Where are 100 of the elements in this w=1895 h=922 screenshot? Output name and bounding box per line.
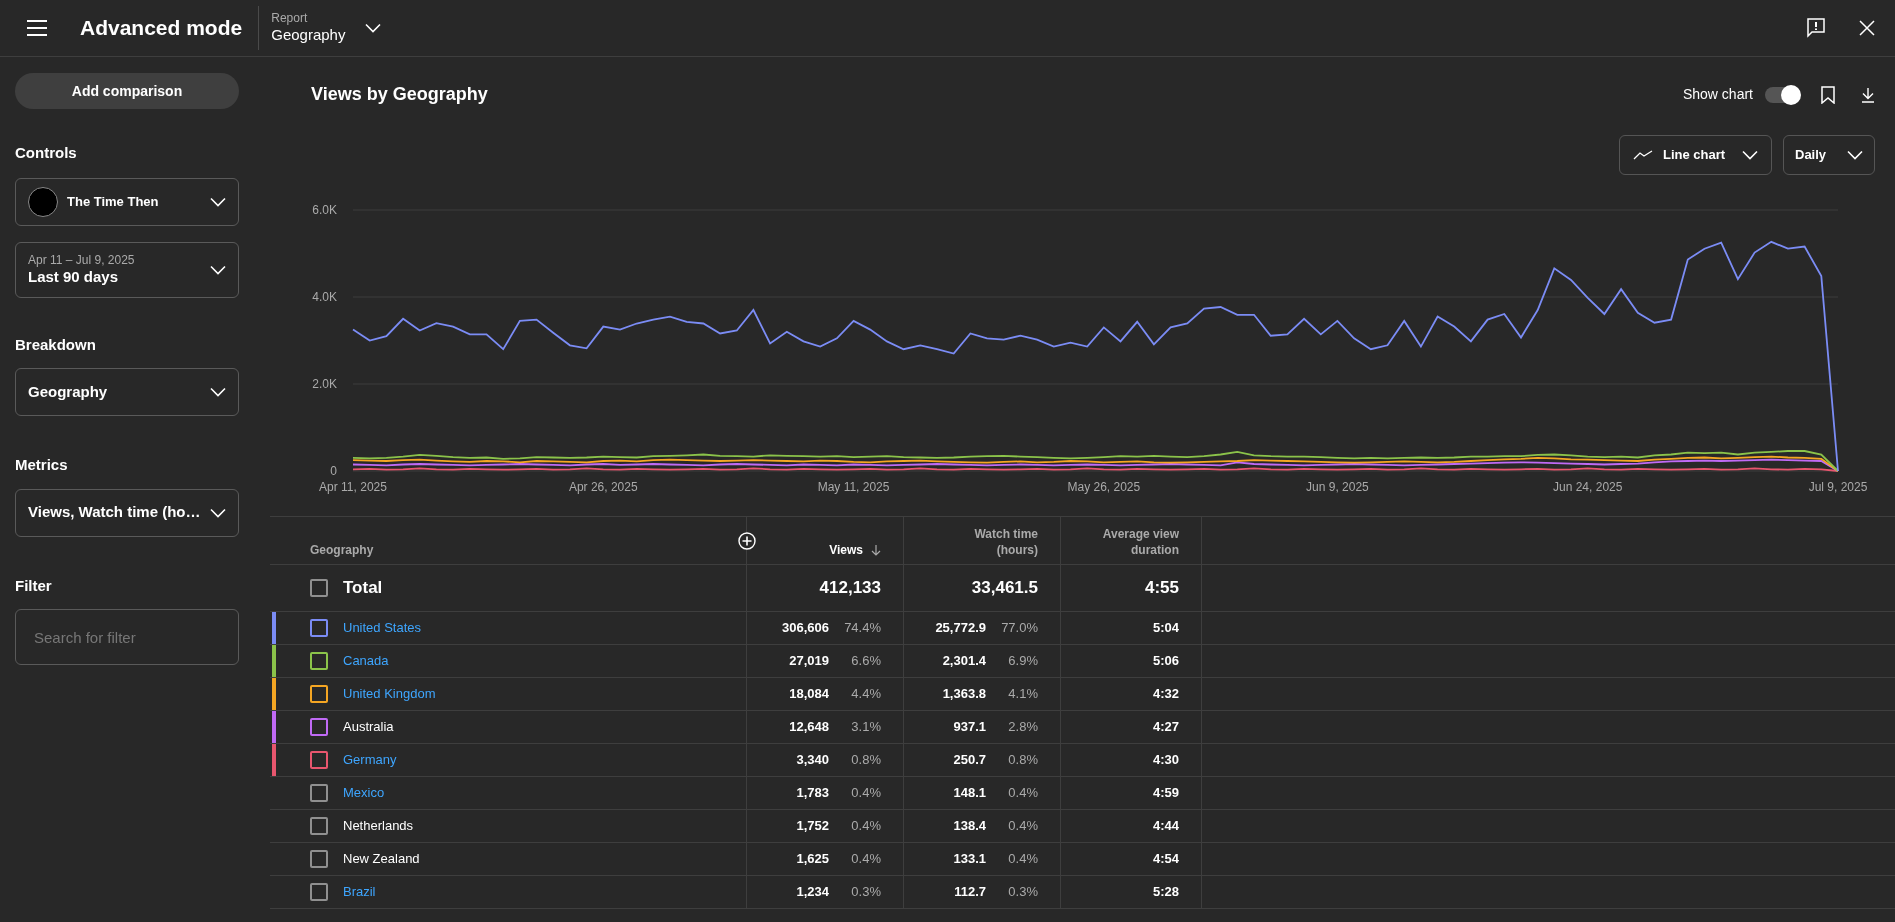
table-cell-text: 12,648: [789, 718, 829, 737]
table-cell-text: 5:06: [1152, 652, 1179, 671]
y-axis-label: 2.0K: [312, 377, 337, 391]
x-axis-label: Jun 24, 2025: [1553, 480, 1623, 494]
share-percent: 2.8%: [1007, 718, 1038, 737]
add-comparison-button[interactable]: Add comparison: [15, 73, 239, 109]
chevron-down-icon: [210, 196, 226, 207]
table-cell-text: 138.4: [953, 817, 986, 836]
share-percent: 6.6%: [850, 652, 881, 671]
checkbox[interactable]: [310, 685, 328, 703]
share-percent: 0.4%: [1007, 817, 1038, 836]
x-axis-label: May 26, 2025: [1067, 480, 1141, 494]
checkbox[interactable]: [310, 652, 328, 670]
menu-icon[interactable]: [27, 20, 47, 36]
share-percent: 77.0%: [1000, 619, 1038, 638]
checkbox[interactable]: [310, 718, 328, 736]
download-icon[interactable]: [1861, 86, 1875, 103]
channel-dropdown[interactable]: The Time Then: [15, 177, 239, 226]
country-link[interactable]: Germany: [343, 750, 397, 770]
share-percent: 74.4%: [843, 619, 881, 638]
share-percent: 0.4%: [1007, 784, 1038, 803]
country-link[interactable]: Canada: [343, 651, 389, 671]
column-header[interactable]: Views: [829, 542, 881, 558]
chevron-down-icon: [365, 23, 382, 33]
x-axis-label: Apr 11, 2025: [319, 480, 387, 494]
share-percent: 0.8%: [850, 751, 881, 770]
country-name: Netherlands: [343, 817, 414, 836]
breakdown-dropdown[interactable]: Geography: [15, 368, 239, 416]
y-axis-label: 6.0K: [312, 203, 337, 217]
table-cell-text: 4:59: [1152, 784, 1179, 803]
section-heading: Metrics: [15, 455, 69, 475]
country-name: Australia: [343, 718, 394, 737]
share-percent: 0.3%: [1007, 883, 1038, 902]
table-cell-text: 18,084: [789, 685, 829, 704]
table-cell-text: 937.1: [953, 718, 986, 737]
checkbox[interactable]: [310, 850, 328, 868]
share-percent: 4.4%: [850, 685, 881, 704]
bookmark-icon[interactable]: [1821, 85, 1835, 104]
chart-type-dropdown[interactable]: Line chart: [1619, 135, 1772, 175]
share-percent: 0.4%: [850, 784, 881, 803]
checkbox[interactable]: [310, 784, 328, 802]
table-cell-text: 4:44: [1152, 817, 1179, 836]
table-cell-text: 5:28: [1152, 883, 1179, 902]
page-title: Advanced mode: [80, 15, 243, 42]
feedback-icon[interactable]: [1807, 18, 1825, 38]
checkbox[interactable]: [310, 883, 328, 901]
chevron-down-icon: [210, 264, 226, 275]
checkbox[interactable]: [310, 619, 328, 637]
y-axis-label: 0: [330, 464, 337, 478]
share-percent: 0.4%: [850, 850, 881, 869]
country-link[interactable]: United Kingdom: [343, 684, 436, 704]
table-cell-text: 1,363.8: [942, 685, 986, 704]
table-cell-text: 2,301.4: [942, 652, 986, 671]
share-percent: 0.4%: [1007, 850, 1038, 869]
x-axis-label: Apr 26, 2025: [568, 480, 638, 494]
y-axis-label: 4.0K: [312, 290, 337, 304]
add-column-icon[interactable]: [738, 532, 756, 550]
checkbox[interactable]: [310, 751, 328, 769]
country-name: New Zealand: [343, 850, 420, 869]
table-cell-text: 5:04: [1152, 619, 1179, 638]
share-percent: 3.1%: [850, 718, 881, 737]
table-cell-text: 1,234: [796, 883, 829, 902]
metrics-dropdown[interactable]: Views, Watch time (ho…: [15, 488, 239, 537]
line-chart-icon: [1633, 150, 1653, 160]
checkbox[interactable]: [310, 579, 328, 597]
column-header[interactable]: Average view duration: [1079, 526, 1179, 558]
country-link[interactable]: Mexico: [343, 783, 385, 803]
checkbox[interactable]: [310, 817, 328, 835]
show-chart-toggle[interactable]: [1763, 84, 1801, 105]
column-header[interactable]: Watch time (hours): [938, 526, 1038, 558]
share-percent: 0.3%: [850, 883, 881, 902]
channel-avatar: [28, 186, 58, 217]
total-label: Total: [343, 577, 383, 600]
x-axis-label: Jul 9, 2025: [1808, 480, 1868, 494]
table-cell-text: 4:32: [1152, 685, 1179, 704]
table-cell-text: 1,625: [796, 850, 829, 869]
country-link[interactable]: United States: [343, 618, 422, 638]
section-heading: Filter: [15, 575, 53, 596]
show-chart-label: Show chart: [1682, 85, 1753, 104]
chevron-down-icon: [1847, 150, 1863, 160]
table-cell-text: 412,133: [819, 577, 881, 600]
table-cell-text: 148.1: [953, 784, 986, 803]
filter-search-field[interactable]: Search for filter: [15, 609, 239, 665]
table-cell-text: 33,461.5: [971, 577, 1038, 600]
table-cell-text: 4:30: [1152, 751, 1179, 770]
table-cell-text: 25,772.9: [935, 619, 986, 638]
section-heading: Breakdown: [15, 334, 97, 355]
x-axis-label: Jun 9, 2025: [1306, 480, 1369, 494]
sort-down-icon: [871, 544, 881, 556]
share-percent: 4.1%: [1007, 685, 1038, 704]
table-cell-text: 112.7: [954, 883, 986, 902]
country-link[interactable]: Brazil: [343, 882, 376, 902]
date-range-dropdown[interactable]: Apr 11 – Jul 9, 2025 Last 90 days: [15, 241, 239, 298]
share-percent: 0.8%: [1007, 751, 1038, 770]
interval-dropdown[interactable]: Daily: [1783, 135, 1875, 175]
table-cell-text: 1,783: [796, 784, 829, 803]
table-cell-text: 3,340: [796, 751, 829, 770]
report-dropdown[interactable]: Report Geography: [271, 11, 382, 45]
table-cell-text: 4:55: [1144, 577, 1179, 600]
close-icon[interactable]: [1859, 20, 1875, 36]
